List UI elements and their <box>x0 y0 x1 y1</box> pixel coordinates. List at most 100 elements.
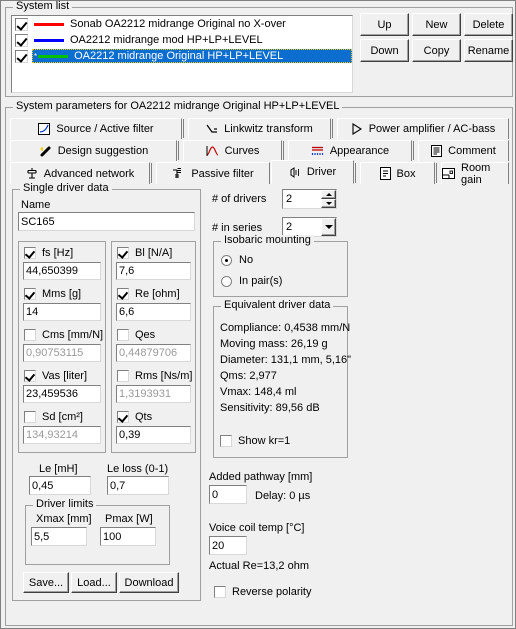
isobaric-no-radio[interactable] <box>221 255 232 266</box>
linkwitz-icon <box>206 123 218 135</box>
tab-label: Room gain <box>461 161 491 186</box>
qes-label: Qes <box>135 329 156 341</box>
series-count-label: # in series <box>212 222 263 234</box>
tab-label: Box <box>396 167 416 180</box>
vas-input[interactable]: 23,459536 <box>23 385 101 403</box>
list-item[interactable]: * OA2212 midrange Original HP+LP+LEVEL <box>12 48 352 64</box>
mms-checkbox[interactable] <box>24 288 36 300</box>
download-button[interactable]: Download <box>119 572 179 593</box>
rms-input[interactable]: 1,3193931 <box>116 385 191 403</box>
modified-marker: * <box>34 51 38 61</box>
le-loss-label: Le loss (0-1) <box>107 463 169 475</box>
save-button[interactable]: Save... <box>23 572 69 593</box>
name-label: Name <box>21 199 51 211</box>
rms-label: Rms [Ns/m] <box>135 370 193 382</box>
le-loss-input[interactable]: 0,7 <box>107 476 169 495</box>
delete-button[interactable]: Delete <box>464 13 513 36</box>
sd-input[interactable]: 134,93214 <box>23 426 101 444</box>
system-enabled-checkbox[interactable] <box>15 33 28 47</box>
qts-checkbox[interactable] <box>117 411 129 423</box>
tab-power-amplifier[interactable]: Power amplifier / AC-bass <box>337 118 509 139</box>
wand-icon <box>39 145 52 158</box>
tab-room-gain[interactable]: Room gain <box>441 161 509 186</box>
moving-mass-value: Moving mass: 26,19 g <box>220 338 328 350</box>
compliance-value: Compliance: 0,4538 mm/N <box>220 322 351 334</box>
tab-driver[interactable]: Driver <box>271 160 354 184</box>
tab-label: Curves <box>224 145 260 157</box>
system-row-body[interactable]: OA2212 midrange mod HP+LP+LEVEL <box>32 33 352 47</box>
xmax-input[interactable]: 5,5 <box>31 527 87 546</box>
copy-button[interactable]: Copy <box>412 39 461 62</box>
new-button[interactable]: New <box>412 13 461 36</box>
list-item[interactable]: Sonab OA2212 midrange Original no X-over <box>12 16 352 32</box>
sd-label: Sd [cm²] <box>42 411 83 423</box>
spinner-up-icon[interactable] <box>321 190 336 199</box>
reverse-polarity-checkbox[interactable] <box>214 586 226 598</box>
rms-checkbox[interactable] <box>117 370 129 382</box>
cms-label: Cms [mm/N] <box>42 329 104 341</box>
system-enabled-checkbox[interactable] <box>15 49 28 63</box>
vas-checkbox[interactable] <box>24 370 36 382</box>
system-row-body[interactable]: * OA2212 midrange Original HP+LP+LEVEL <box>32 49 352 63</box>
box-icon <box>379 167 391 180</box>
qes-input[interactable]: 0,44879706 <box>116 344 191 362</box>
sd-checkbox[interactable] <box>24 411 36 423</box>
rename-button[interactable]: Rename <box>464 39 513 62</box>
network-icon <box>26 167 38 180</box>
tab-linkwitz-transform[interactable]: Linkwitz transform <box>188 118 331 139</box>
show-kr-checkbox[interactable] <box>220 435 232 447</box>
vas-label: Vas [liter] <box>42 370 88 382</box>
system-name: OA2212 midrange Original HP+LP+LEVEL <box>74 50 284 62</box>
system-parameters-title: System parameters for OA2212 midrange Or… <box>13 101 343 112</box>
mms-input[interactable]: 14 <box>23 303 101 321</box>
chevron-down-icon[interactable] <box>321 218 336 236</box>
qts-label: Qts <box>135 411 153 423</box>
tab-label: Source / Active filter <box>56 123 154 135</box>
drivers-count-spinner[interactable] <box>321 190 336 208</box>
tab-passive-filter[interactable]: Passive filter <box>156 162 270 184</box>
list-item[interactable]: OA2212 midrange mod HP+LP+LEVEL <box>12 32 352 48</box>
fs-checkbox[interactable] <box>24 247 36 259</box>
bl-input[interactable]: 7,6 <box>116 262 191 280</box>
tab-advanced-network[interactable]: Advanced network <box>10 162 150 184</box>
driver-name-input[interactable]: SC165 <box>18 212 195 231</box>
bl-checkbox[interactable] <box>117 247 129 259</box>
pmax-input[interactable]: 100 <box>100 527 156 546</box>
pmax-label: Pmax [W] <box>105 513 153 525</box>
added-pathway-input[interactable]: 0 <box>209 485 247 504</box>
tab-comment[interactable]: Comment <box>418 140 509 161</box>
system-list-title: System list <box>13 1 73 12</box>
tab-box[interactable]: Box <box>360 162 435 184</box>
voice-coil-temp-input[interactable]: 20 <box>209 536 247 555</box>
tab-design-suggestion[interactable]: Design suggestion <box>10 140 177 161</box>
cms-input[interactable]: 0,90753115 <box>23 344 101 362</box>
re-input[interactable]: 6,6 <box>116 303 191 321</box>
fs-input[interactable]: 44,650399 <box>23 262 101 280</box>
passive-filter-icon <box>172 167 185 180</box>
tab-appearance[interactable]: Appearance <box>288 140 412 161</box>
system-list[interactable]: Sonab OA2212 midrange Original no X-over… <box>11 15 353 93</box>
curve-color-swatch <box>34 22 64 26</box>
re-checkbox[interactable] <box>117 288 129 300</box>
isobaric-no-label: No <box>239 254 254 266</box>
system-enabled-checkbox[interactable] <box>15 17 28 31</box>
le-input[interactable]: 0,45 <box>29 476 91 495</box>
tab-label: Passive filter <box>191 167 254 180</box>
up-button[interactable]: Up <box>360 13 409 36</box>
down-button[interactable]: Down <box>360 39 409 62</box>
spinner-down-icon[interactable] <box>321 199 336 208</box>
cms-checkbox[interactable] <box>24 329 36 341</box>
le-label: Le [mH] <box>39 463 78 475</box>
system-row-body[interactable]: Sonab OA2212 midrange Original no X-over <box>32 17 352 31</box>
tab-curves[interactable]: Curves <box>183 140 282 161</box>
amplifier-icon <box>351 123 363 135</box>
qes-checkbox[interactable] <box>117 329 129 341</box>
drivers-count-label: # of drivers <box>212 193 267 205</box>
load-button[interactable]: Load... <box>71 572 117 593</box>
tab-source-active-filter[interactable]: Source / Active filter <box>10 118 182 139</box>
qts-input[interactable]: 0,39 <box>116 426 191 444</box>
system-name: OA2212 midrange mod HP+LP+LEVEL <box>70 34 263 46</box>
tab-label: Advanced network <box>43 167 135 180</box>
re-label: Re [ohm] <box>135 288 180 300</box>
isobaric-pairs-radio[interactable] <box>221 276 232 287</box>
